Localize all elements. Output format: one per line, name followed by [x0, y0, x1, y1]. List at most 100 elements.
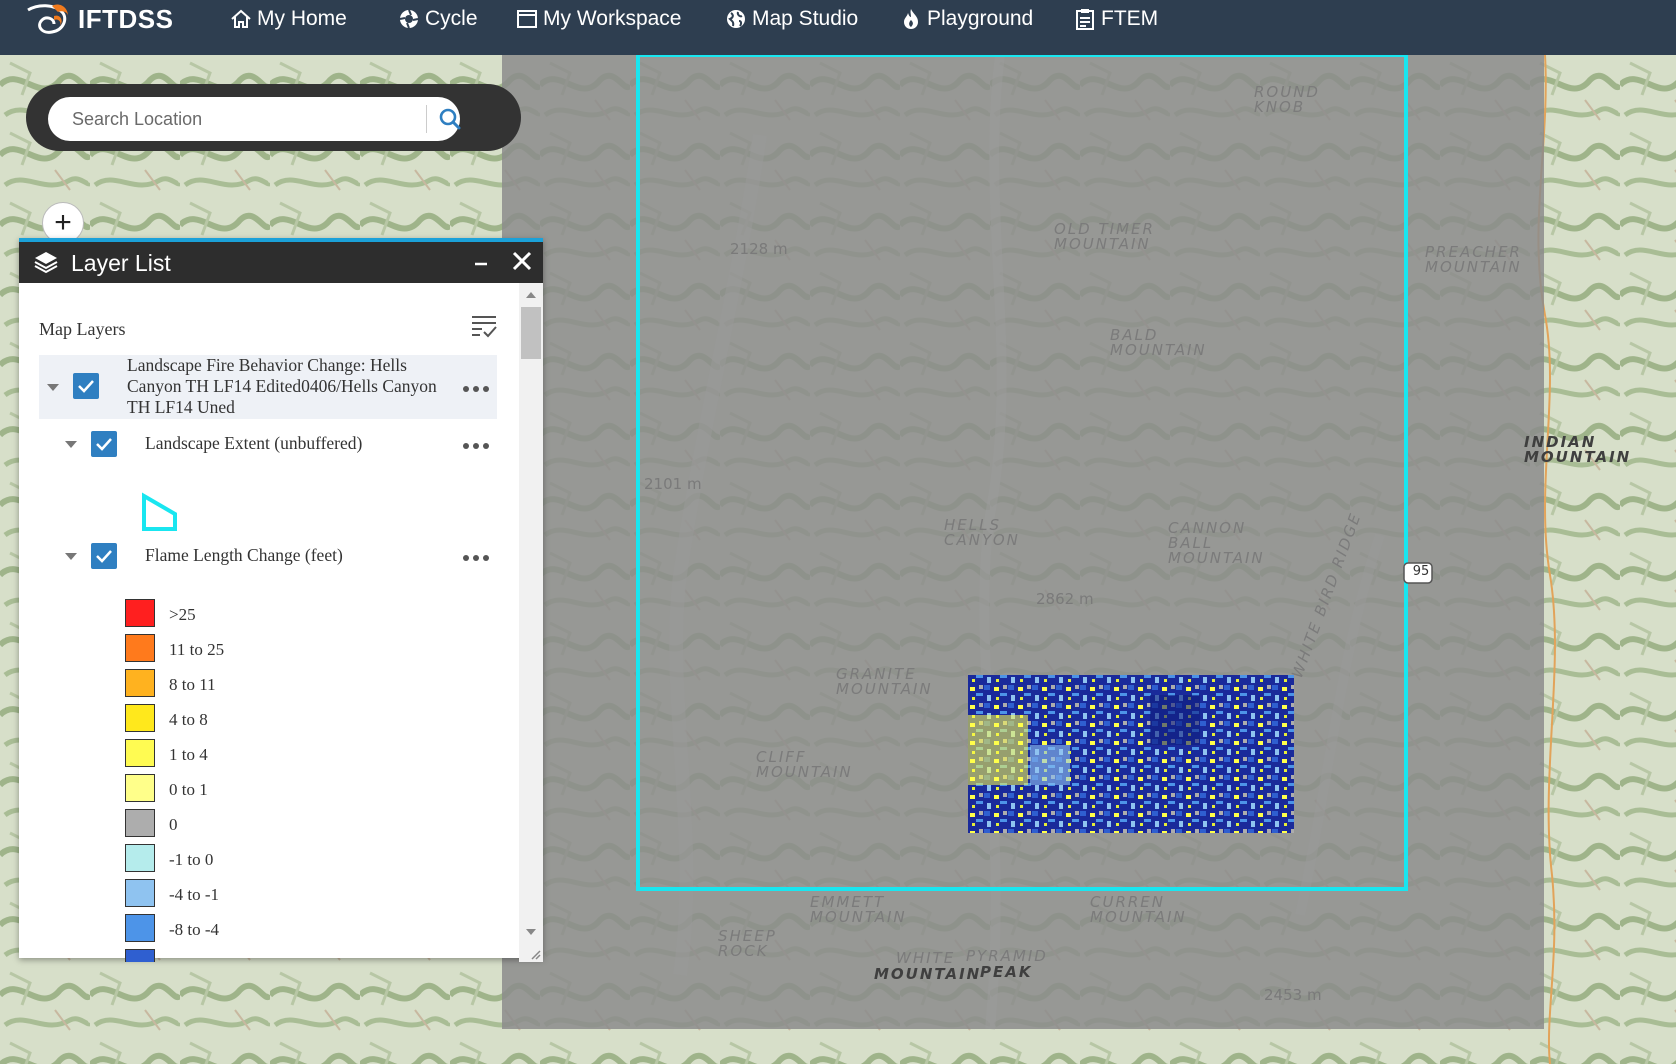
layer-checkbox[interactable] — [73, 373, 99, 399]
map-label: BALD MOUNTAIN — [1110, 326, 1207, 359]
layer-options-button[interactable] — [463, 441, 491, 451]
legend-label: 4 to 8 — [169, 710, 208, 729]
legend-label: >25 — [169, 605, 196, 624]
legend-label: 8 to 11 — [169, 675, 216, 694]
checkmark-icon — [96, 438, 112, 451]
panel-title: Layer List — [71, 250, 171, 276]
legend-swatch — [125, 844, 155, 872]
nav-my-home[interactable]: My Home — [230, 0, 347, 38]
globe-icon — [727, 10, 745, 28]
nav-label: FTEM — [1101, 7, 1159, 30]
layer-list-panel: Layer List Map Layers Landscape Fire Beh… — [19, 238, 543, 962]
nav-playground[interactable]: Playground — [900, 0, 1033, 38]
scroll-down-arrow-icon[interactable] — [526, 929, 536, 935]
map-label: SHEEP ROCK — [718, 927, 777, 960]
minimize-button[interactable] — [467, 246, 495, 276]
elevation-label: 2862 m — [1036, 590, 1094, 608]
legend-swatch — [125, 949, 155, 962]
map-label: PYRAMID — [966, 947, 1048, 965]
layer-title: Landscape Extent (unbuffered) — [145, 433, 363, 453]
nav-cycle[interactable]: Cycle — [398, 0, 478, 38]
sort-list-icon — [472, 316, 497, 338]
map-label: GRANITE MOUNTAIN — [836, 665, 933, 698]
search-button[interactable] — [432, 101, 468, 137]
legend-swatch — [125, 739, 155, 767]
home-icon — [231, 9, 251, 28]
search-bar — [26, 84, 521, 151]
legend-swatch — [125, 914, 155, 942]
map-label: WHITE — [896, 949, 956, 967]
map-label: PEAK — [980, 963, 1033, 981]
workspace-icon — [517, 10, 537, 28]
top-navigation-bar: IFTDSS My Home Cycle My Workspace Map St… — [0, 0, 1676, 55]
legend-label: -1 to 0 — [169, 850, 214, 869]
panel-header: Layer List — [19, 242, 543, 283]
app-logo[interactable]: IFTDSS — [24, 0, 173, 38]
search-box — [48, 97, 461, 141]
elevation-label: 2453 m — [1264, 986, 1322, 1004]
extent-polygon-symbol-icon — [142, 492, 177, 531]
checkmark-icon — [78, 380, 94, 393]
layer-options-button[interactable] — [463, 384, 491, 394]
clipboard-icon — [1076, 9, 1094, 30]
layer-row-flame-length-change[interactable]: Flame Length Change (feet) — [39, 535, 497, 575]
flame-icon — [904, 9, 918, 29]
layer-row-landscape-extent[interactable]: Landscape Extent (unbuffered) — [39, 423, 497, 463]
legend-label: 0 to 1 — [169, 780, 208, 799]
layer-title-line: Canyon TH LF14 Edited0406/Hells Canyon — [127, 376, 437, 396]
nav-ftem[interactable]: FTEM — [1074, 0, 1158, 38]
layer-row-fire-behavior-change[interactable]: Landscape Fire Behavior Change: Hells Ca… — [39, 355, 497, 419]
legend-swatch — [125, 669, 155, 697]
map-label: OLD TIMER MOUNTAIN — [1054, 220, 1155, 253]
checkmark-icon — [96, 550, 112, 563]
layer-checkbox[interactable] — [91, 431, 117, 457]
elevation-label: 2128 m — [730, 240, 788, 258]
map-label: CANNON BALL MOUNTAIN — [1168, 519, 1265, 567]
map-label: HELLS CANYON — [944, 516, 1020, 549]
nav-label: Map Studio — [752, 7, 859, 30]
legend-swatch — [125, 774, 155, 802]
legend-swatch — [125, 599, 155, 627]
expand-caret[interactable] — [65, 553, 77, 560]
legend-label: -4 to -1 — [169, 885, 220, 904]
map-label: CURREN MOUNTAIN — [1090, 893, 1187, 926]
layer-title: Flame Length Change (feet) — [145, 545, 343, 565]
nav-label: Playground — [927, 7, 1034, 30]
map-layers-heading: Map Layers — [39, 319, 126, 339]
layer-list-body: Map Layers Landscape Fire Behavior Chang… — [19, 283, 519, 962]
legend-swatch — [125, 809, 155, 837]
nav-label: My Workspace — [543, 7, 682, 30]
app-name: IFTDSS — [78, 3, 174, 34]
map-label: INDIAN MOUNTAIN — [1524, 433, 1632, 466]
legend-swatch — [125, 634, 155, 662]
layer-title-line: Landscape Fire Behavior Change: Hells — [127, 355, 407, 375]
legend-label: 1 to 4 — [169, 745, 208, 764]
layer-title: Landscape Fire Behavior Change: Hells Ca… — [127, 355, 447, 418]
nav-label: Cycle — [425, 7, 478, 30]
scroll-thumb[interactable] — [521, 307, 541, 359]
expand-caret[interactable] — [65, 441, 77, 448]
flame-swirl-logo-icon — [27, 4, 68, 34]
nav-my-workspace[interactable]: My Workspace — [516, 0, 681, 38]
close-icon — [512, 251, 532, 271]
map-label: CLIFF MOUNTAIN — [756, 748, 853, 781]
legend-swatch — [125, 704, 155, 732]
cycle-icon — [399, 9, 419, 29]
close-button[interactable] — [507, 246, 537, 276]
map-label: ROUND KNOB — [1254, 83, 1320, 116]
scroll-up-arrow-icon[interactable] — [526, 292, 536, 298]
search-input[interactable] — [72, 103, 422, 135]
resize-handle-icon[interactable] — [529, 948, 541, 960]
layer-list-scrollbar[interactable] — [519, 283, 543, 962]
sort-options-icon[interactable] — [469, 311, 499, 341]
layer-checkbox[interactable] — [91, 543, 117, 569]
layer-options-button[interactable] — [463, 553, 491, 563]
route-shield-label: 95 — [1412, 564, 1430, 579]
layer-title-line: TH LF14 Uned — [127, 397, 235, 417]
legend-label: -8 to -4 — [169, 920, 220, 939]
nav-map-studio[interactable]: Map Studio — [725, 0, 858, 38]
map-label: PREACHER MOUNTAIN — [1425, 243, 1522, 276]
search-divider — [426, 105, 427, 133]
expand-caret[interactable] — [47, 384, 59, 391]
nav-label: My Home — [257, 7, 347, 30]
